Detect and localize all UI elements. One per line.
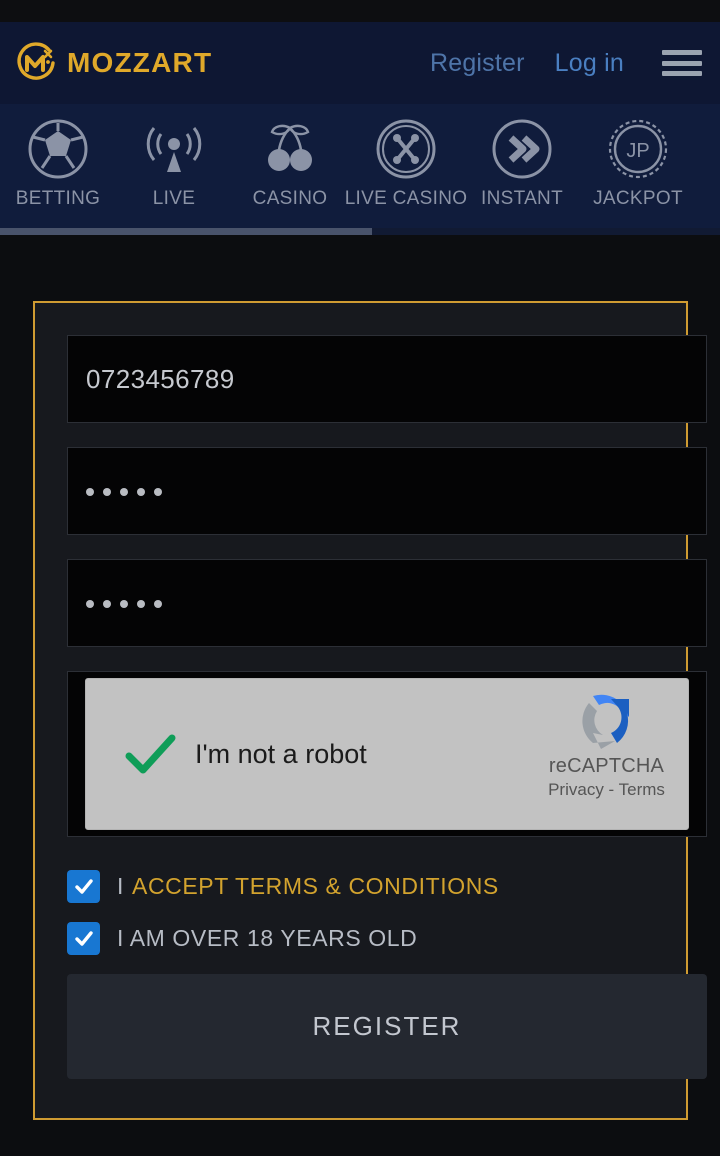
confirm-password-masked-value	[86, 598, 162, 608]
nav-scrollbar[interactable]	[0, 228, 720, 235]
terms-prefix-label: I	[117, 873, 124, 899]
checkbox-checked-icon[interactable]	[67, 922, 100, 955]
nav-label: BETTING	[15, 188, 101, 209]
age-checkbox-row[interactable]: I AM OVER 18 YEARS OLD	[67, 922, 707, 955]
nav-label: JACKPOT	[593, 188, 683, 209]
site-header: MOZZART Register Log in	[0, 22, 720, 104]
svg-text:JP: JP	[626, 140, 649, 162]
mozzart-m-circle-icon	[14, 41, 58, 85]
register-link[interactable]: Register	[430, 49, 525, 78]
nav-item-virtual[interactable]: V	[696, 104, 720, 210]
terms-link-label[interactable]: ACCEPT TERMS & CONDITIONS	[132, 873, 499, 900]
double-chevron-right-icon	[491, 118, 553, 180]
header-actions: Register Log in	[430, 49, 720, 78]
nav-item-betting[interactable]: BETTING	[0, 104, 116, 210]
nav-item-live-casino[interactable]: LIVE CASINO	[345, 104, 467, 210]
brand-name: MOZZART	[67, 47, 213, 78]
checkbox-checked-icon[interactable]	[67, 870, 100, 903]
phone-input[interactable]: 0723456789	[67, 335, 707, 423]
terms-checkbox-row[interactable]: I ACCEPT TERMS & CONDITIONS	[67, 870, 707, 903]
register-page: MOZZART Register Log in BETTING LIVE CAS…	[0, 0, 720, 1156]
password-masked-value	[86, 486, 162, 496]
confirm-password-input[interactable]	[67, 559, 707, 647]
login-link[interactable]: Log in	[555, 49, 624, 78]
recaptcha-container: I'm not a robot reCAPTCHA Privacy - Term…	[67, 671, 707, 837]
recaptcha-links[interactable]: Privacy - Terms	[548, 780, 665, 800]
green-check-icon[interactable]	[119, 723, 181, 785]
phone-input-value: 0723456789	[86, 363, 235, 394]
recaptcha-label: I'm not a robot	[195, 738, 367, 769]
password-input[interactable]	[67, 447, 707, 535]
nav-item-instant[interactable]: INSTANT	[464, 104, 580, 210]
recaptcha-widget[interactable]: I'm not a robot reCAPTCHA Privacy - Term…	[85, 678, 689, 830]
age-label: I AM OVER 18 YEARS OLD	[117, 925, 418, 951]
recaptcha-branding: reCAPTCHA Privacy - Terms	[539, 691, 674, 800]
cherries-icon	[259, 118, 321, 180]
nav-label: LIVE	[152, 188, 196, 209]
nav-item-live[interactable]: LIVE	[116, 104, 232, 210]
live-casino-circle-icon	[375, 118, 437, 180]
nav-label: CASINO	[252, 188, 328, 209]
live-broadcast-icon	[143, 118, 205, 180]
brand-logo[interactable]: MOZZART	[14, 41, 212, 85]
hamburger-menu-icon[interactable]	[662, 50, 702, 76]
registration-form: 0723456789 I'm not a robot reCAPTCHA Pri…	[67, 335, 707, 1079]
recaptcha-brand-name: reCAPTCHA	[548, 755, 665, 777]
nav-item-casino[interactable]: CASINO	[232, 104, 348, 210]
nav-item-jackpot[interactable]: JP JACKPOT	[580, 104, 696, 210]
recaptcha-logo-icon	[571, 691, 643, 753]
nav-label: LIVE CASINO	[344, 188, 468, 209]
nav-label: INSTANT	[481, 188, 563, 209]
primary-nav[interactable]: BETTING LIVE CASINO LIVE CASINO INSTANT …	[0, 104, 720, 228]
soccer-ball-icon	[27, 118, 89, 180]
register-submit-button[interactable]: REGISTER	[67, 974, 707, 1079]
browser-top-strip	[0, 0, 720, 22]
jp-badge-icon: JP	[607, 118, 669, 180]
consent-checkboxes: I ACCEPT TERMS & CONDITIONS I AM OVER 18…	[67, 870, 707, 955]
